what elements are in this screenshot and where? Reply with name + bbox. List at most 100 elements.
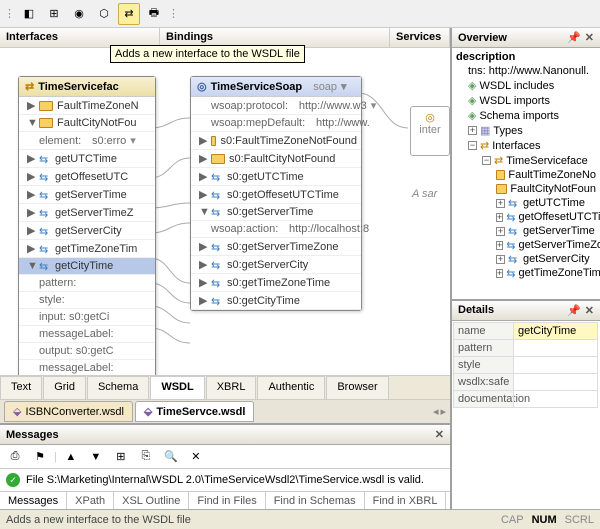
tree-row[interactable]: FaultTimeZoneNo [454, 168, 598, 182]
op-row[interactable]: ▶⇆getServerTimeZ [19, 204, 155, 222]
wsdl-canvas[interactable]: ⇄TimeServicefac ▶FaultTimeZoneN ▼FaultCi… [0, 48, 450, 375]
msg-btn[interactable]: ⊞ [110, 446, 132, 468]
msg-tab[interactable]: Find in Files [189, 492, 265, 510]
msg-btn[interactable]: 🔍 [160, 446, 182, 468]
fault-row[interactable]: ▶s0:FaultTimeZoneNotFound [191, 132, 361, 150]
op-row[interactable]: ▶⇆getServerCity [19, 222, 155, 240]
msg-tab[interactable]: XPath [67, 492, 114, 510]
msg-tab[interactable]: Find in XBRL [365, 492, 447, 510]
style-row[interactable]: style: [19, 292, 155, 309]
toolbar-btn-3[interactable]: ◉ [68, 3, 90, 25]
file-tab[interactable]: ⬙ISBNConverter.wsdl [4, 401, 133, 422]
details-grid[interactable]: namegetCityTime pattern style wsdlx:safe… [452, 321, 600, 509]
tree-row[interactable]: +⇆getOffesetUTCTim [454, 210, 598, 224]
det-value[interactable] [513, 339, 598, 357]
binding-title[interactable]: ◎TimeServiceSoap soap▾ [191, 77, 361, 97]
tab-xbrl[interactable]: XBRL [206, 376, 257, 399]
file-tab-active[interactable]: ⬙TimeServce.wsdl [135, 401, 255, 422]
tree-row[interactable]: FaultCityNotFoun [454, 182, 598, 196]
msg-tab[interactable]: Messages [0, 492, 67, 510]
tree-row[interactable]: +⇆getServerCity [454, 252, 598, 266]
protocol-row[interactable]: wsoap:protocol: http://www.w3▾ [191, 97, 361, 115]
tree-row[interactable]: +⇆getServerTimeZo [454, 238, 598, 252]
op-row[interactable]: ▶⇆s0:getServerCity [191, 256, 361, 274]
expand-icon[interactable]: + [496, 241, 503, 250]
collapse-icon[interactable]: − [482, 156, 491, 165]
input-row[interactable]: input: s0:getCi [19, 309, 155, 326]
tab-nav-right[interactable]: ▸ [440, 405, 446, 418]
tree-row[interactable]: ◈Schema imports [454, 108, 598, 123]
interface-node[interactable]: ⇄TimeServicefac ▶FaultTimeZoneN ▼FaultCi… [18, 76, 156, 375]
tab-wsdl[interactable]: WSDL [150, 376, 204, 399]
expand-icon[interactable]: + [496, 227, 505, 236]
pin-icon[interactable]: 📌 [567, 304, 581, 317]
op-row-selected[interactable]: ▼⇆getCityTime [19, 258, 155, 275]
close-icon[interactable]: ✕ [585, 31, 594, 44]
msglabel-row[interactable]: messageLabel: [19, 326, 155, 343]
fault-row[interactable]: ▶FaultTimeZoneN [19, 97, 155, 115]
tree-row[interactable]: description [454, 50, 598, 64]
msg-btn[interactable]: ⚑ [29, 446, 51, 468]
element-row[interactable]: element: s0:erro ▾ [19, 132, 155, 150]
msg-tab[interactable]: Find in Schemas [266, 492, 365, 510]
pattern-row[interactable]: pattern: [19, 275, 155, 292]
expand-icon[interactable]: + [496, 199, 505, 208]
op-row[interactable]: ▶⇆getServerTime [19, 186, 155, 204]
tab-browser[interactable]: Browser [326, 376, 388, 399]
add-interface-button[interactable]: ⇄ [118, 3, 140, 25]
tab-authentic[interactable]: Authentic [257, 376, 325, 399]
toolbar-btn-2[interactable]: ⊞ [43, 3, 65, 25]
output-row[interactable]: output: s0:getC [19, 343, 155, 360]
toolbar-btn-4[interactable]: ⬡ [93, 3, 115, 25]
tree-row[interactable]: tns: http://www.Nanonull. [454, 64, 598, 78]
tab-schema[interactable]: Schema [87, 376, 149, 399]
msg-tab[interactable]: XSL Outline [114, 492, 189, 510]
tab-nav-left[interactable]: ◂ [433, 405, 439, 418]
op-row[interactable]: ▶⇆s0:getTimeZoneTime [191, 274, 361, 292]
tab-text[interactable]: Text [0, 376, 42, 399]
mep-row[interactable]: wsoap:mepDefault: http://www. [191, 115, 361, 132]
collapse-icon[interactable]: − [468, 141, 477, 150]
expand-icon[interactable]: + [468, 126, 477, 135]
expand-icon[interactable]: + [496, 213, 503, 222]
msg-btn[interactable]: ⎘ [135, 446, 157, 468]
interface-title[interactable]: ⇄TimeServicefac [19, 77, 155, 97]
close-icon[interactable]: ✕ [435, 428, 444, 441]
msglabel-row[interactable]: messageLabel: [19, 360, 155, 375]
binding-node[interactable]: ◎TimeServiceSoap soap▾ wsoap:protocol: h… [190, 76, 362, 311]
msg-btn[interactable]: ⎙ [4, 446, 26, 468]
op-row[interactable]: ▶⇆getUTCTime [19, 150, 155, 168]
op-row[interactable]: ▶⇆s0:getCityTime [191, 292, 361, 310]
toolbar-btn-1[interactable]: ◧ [18, 3, 40, 25]
msg-btn[interactable]: ▼ [85, 446, 107, 468]
tree-row[interactable]: ◈WSDL includes [454, 78, 598, 93]
op-row[interactable]: ▶⇆s0:getServerTimeZone [191, 238, 361, 256]
tree-row[interactable]: +⇆getTimeZoneTime [454, 266, 598, 280]
tree-row[interactable]: +▦Types [454, 123, 598, 138]
tree-row[interactable]: ◈WSDL imports [454, 93, 598, 108]
close-icon[interactable]: ✕ [585, 304, 594, 317]
fault-row[interactable]: ▼FaultCityNotFou [19, 115, 155, 132]
expand-icon[interactable]: + [496, 269, 503, 278]
tree-row[interactable]: +⇆getUTCTime [454, 196, 598, 210]
msg-btn[interactable]: ✕ [185, 446, 207, 468]
pin-icon[interactable]: 📌 [567, 31, 581, 44]
op-row[interactable]: ▶⇆s0:getUTCTime [191, 168, 361, 186]
action-row[interactable]: wsoap:action: http://localhost:8 [191, 221, 361, 238]
expand-icon[interactable]: + [496, 255, 505, 264]
overview-tree[interactable]: description tns: http://www.Nanonull. ◈W… [452, 48, 600, 299]
tree-row[interactable]: +⇆getServerTime [454, 224, 598, 238]
tab-grid[interactable]: Grid [43, 376, 86, 399]
tree-row[interactable]: −⇄TimeServiceface [454, 153, 598, 168]
op-row[interactable]: ▶⇆getOffesetUTC [19, 168, 155, 186]
print-button[interactable]: 🖶 [143, 3, 165, 25]
op-row[interactable]: ▶⇆getTimeZoneTim [19, 240, 155, 258]
service-stub[interactable]: ◎ inter [410, 106, 450, 156]
op-row[interactable]: ▶⇆s0:getOffesetUTCTime [191, 186, 361, 204]
det-value[interactable]: getCityTime [513, 322, 598, 340]
det-value[interactable] [513, 390, 598, 408]
fault-row[interactable]: ▶s0:FaultCityNotFound [191, 150, 361, 168]
det-value[interactable] [513, 373, 598, 391]
tree-row[interactable]: −⇄Interfaces [454, 138, 598, 153]
msg-btn[interactable]: ▲ [60, 446, 82, 468]
